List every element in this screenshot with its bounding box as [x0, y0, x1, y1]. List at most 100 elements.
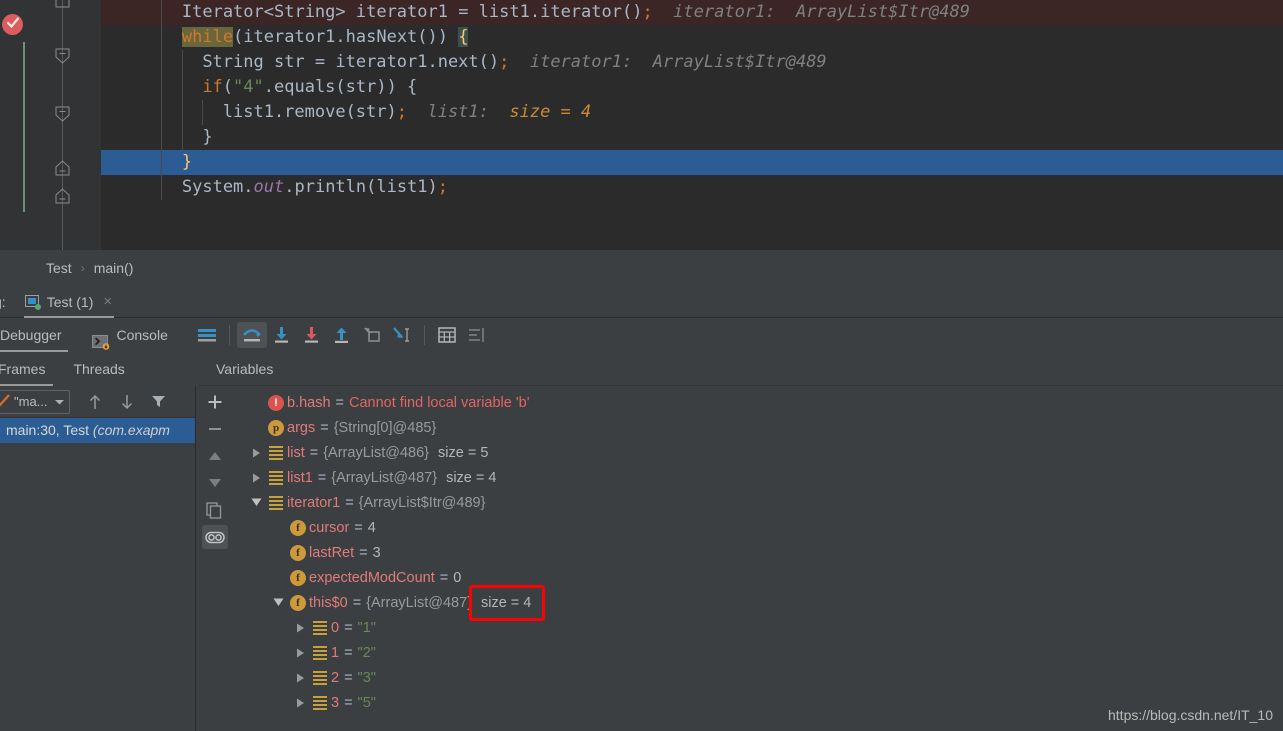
expand-arrow-right-icon[interactable]: [292, 648, 309, 658]
tab-console[interactable]: Console: [86, 318, 174, 352]
expand-arrow-right-icon[interactable]: [248, 448, 265, 458]
var-elem-2[interactable]: 2 = "3": [230, 665, 1283, 690]
debugger-toolbar[interactable]: Debugger Console: [0, 318, 1283, 352]
fold-marker-icon[interactable]: [55, 0, 70, 8]
line-println[interactable]: System.out.println(list1);: [101, 175, 1283, 200]
code-line-list[interactable]: Iterator<String> iterator1 = list1.itera…: [101, 0, 1283, 250]
variable-type-icon: [309, 620, 331, 635]
variable-type-icon: [309, 645, 331, 660]
var-elem-0[interactable]: 0 = "1": [230, 615, 1283, 640]
inline-hint-value[interactable]: ArrayList$Itr@489: [653, 52, 827, 72]
force-step-into-icon[interactable]: [297, 322, 327, 348]
frames-threads-tabs[interactable]: Frames Threads: [0, 352, 196, 386]
variable-value: {ArrayList@487}: [331, 469, 438, 486]
var-expectedmodcount[interactable]: f expectedModCount = 0: [230, 565, 1283, 590]
line-if-equals[interactable]: if("4".equals(str)) {: [101, 75, 1283, 100]
equals-sign: =: [344, 644, 353, 661]
var-list[interactable]: list = {ArrayList@486} size = 5: [230, 440, 1283, 465]
expand-arrow-right-icon[interactable]: [292, 698, 309, 708]
evaluate-expression-icon[interactable]: [432, 322, 462, 348]
close-icon[interactable]: ×: [103, 293, 112, 310]
var-iterator1[interactable]: iterator1 = {ArrayList$Itr@489}: [230, 490, 1283, 515]
move-down-icon[interactable]: [202, 471, 228, 495]
expand-arrow-right-icon[interactable]: [292, 673, 309, 683]
var-args[interactable]: p args = {String[0]@485}: [230, 415, 1283, 440]
tab-variables-label: Variables: [216, 360, 274, 377]
remove-icon[interactable]: [202, 417, 228, 441]
collection-icon: [313, 695, 327, 710]
console-icon: [91, 328, 110, 350]
breakpoint-icon[interactable]: [2, 14, 23, 35]
tab-frames[interactable]: Frames: [0, 352, 54, 386]
expand-arrow-right-icon[interactable]: [292, 623, 309, 633]
variable-name: expectedModCount: [309, 569, 435, 586]
run-tab-bar[interactable]: g: Test (1) ×: [0, 286, 1283, 318]
frames-toolbar[interactable]: "ma...: [0, 386, 195, 418]
breadcrumb-class[interactable]: Test: [46, 260, 72, 276]
run-to-cursor-icon[interactable]: [387, 322, 417, 348]
fold-marker-icon[interactable]: [55, 160, 70, 176]
variable-value: Cannot find local variable 'b': [349, 394, 530, 411]
expand-arrow-right-icon[interactable]: [248, 473, 265, 483]
expand-arrow-down-icon[interactable]: [270, 598, 287, 607]
layout-icon[interactable]: [192, 322, 222, 348]
thread-selector-dropdown[interactable]: "ma...: [0, 389, 70, 414]
step-over-icon[interactable]: [236, 322, 267, 348]
add-icon[interactable]: [202, 390, 228, 414]
line-string-str[interactable]: String str = iterator1.next(); iterator1…: [101, 50, 1283, 75]
tab-debugger[interactable]: Debugger: [0, 318, 68, 352]
line-close-if[interactable]: }: [101, 125, 1283, 150]
fold-marker-icon[interactable]: [55, 48, 70, 64]
watches-icon[interactable]: [201, 525, 228, 549]
arrow-down-icon[interactable]: [112, 389, 142, 415]
editor-gutter-markers[interactable]: [0, 0, 26, 250]
var-lastret[interactable]: f lastRet = 3: [230, 540, 1283, 565]
inline-hint-name[interactable]: list1:: [407, 102, 509, 122]
settings-icon[interactable]: [462, 322, 492, 348]
fold-marker-icon[interactable]: [55, 188, 70, 204]
var-elem-1[interactable]: 1 = "2": [230, 640, 1283, 665]
step-into-icon[interactable]: [267, 322, 297, 348]
variable-name: list: [287, 444, 305, 461]
run-tab-test[interactable]: Test (1) ×: [22, 286, 116, 318]
editor-fold-gutter[interactable]: [26, 0, 101, 250]
tab-threads[interactable]: Threads: [65, 352, 132, 386]
move-up-icon[interactable]: [202, 444, 228, 468]
variables-tree[interactable]: ! b.hash = Cannot find local variable 'b' p a…: [230, 386, 1283, 731]
variables-sidebar-toolbar[interactable]: [199, 386, 230, 731]
expand-arrow-down-icon[interactable]: [248, 498, 265, 507]
breadcrumb-method[interactable]: main(): [94, 260, 134, 276]
run-tab-label: Test (1): [46, 293, 94, 310]
drop-frame-icon[interactable]: [357, 322, 387, 348]
code-token: .println(list1): [284, 177, 438, 197]
var-b-hash[interactable]: ! b.hash = Cannot find local variable 'b': [230, 390, 1283, 415]
copy-icon[interactable]: [202, 498, 228, 522]
frames-panel[interactable]: "ma... main:30, Test (com.exapm: [0, 386, 196, 731]
inline-hint-value[interactable]: size = 4: [509, 102, 591, 122]
var-cursor[interactable]: f cursor = 4: [230, 515, 1283, 540]
indent-guide: [161, 100, 163, 125]
chevron-down-icon[interactable]: [54, 394, 65, 409]
line-iterator-decl[interactable]: Iterator<String> iterator1 = list1.itera…: [101, 0, 1283, 25]
equals-sign: =: [439, 569, 449, 586]
code-token: (: [222, 77, 234, 97]
var-list1[interactable]: list1 = {ArrayList@487} size = 4: [230, 465, 1283, 490]
line-close-while[interactable]: }: [101, 150, 1283, 175]
line-while[interactable]: while(iterator1.hasNext()) {: [101, 25, 1283, 50]
inline-hint-value[interactable]: ArrayList$Itr@489: [796, 2, 970, 22]
arrow-up-icon[interactable]: [80, 389, 110, 415]
tab-threads-label: Threads: [73, 361, 125, 377]
inline-hint-name[interactable]: iterator1:: [509, 52, 652, 72]
variables-tab-header[interactable]: Variables: [199, 352, 1283, 386]
inline-hint-name[interactable]: iterator1:: [653, 2, 796, 22]
variable-type-icon: [309, 695, 331, 710]
line-remove[interactable]: list1.remove(str); list1: size = 4: [101, 100, 1283, 125]
fold-marker-icon[interactable]: [55, 106, 70, 122]
equals-sign: =: [344, 694, 353, 711]
breadcrumb[interactable]: Test › main(): [0, 250, 1283, 286]
var-this0[interactable]: f this$0 = {ArrayList@487} size = 4: [230, 590, 1283, 615]
stack-frame-row[interactable]: main:30, Test (com.exapm: [0, 418, 195, 443]
step-out-icon[interactable]: [327, 322, 357, 348]
code-editor[interactable]: // } Iterator<String> iterator1 = list1.…: [0, 0, 1283, 250]
filter-icon[interactable]: [144, 389, 174, 415]
